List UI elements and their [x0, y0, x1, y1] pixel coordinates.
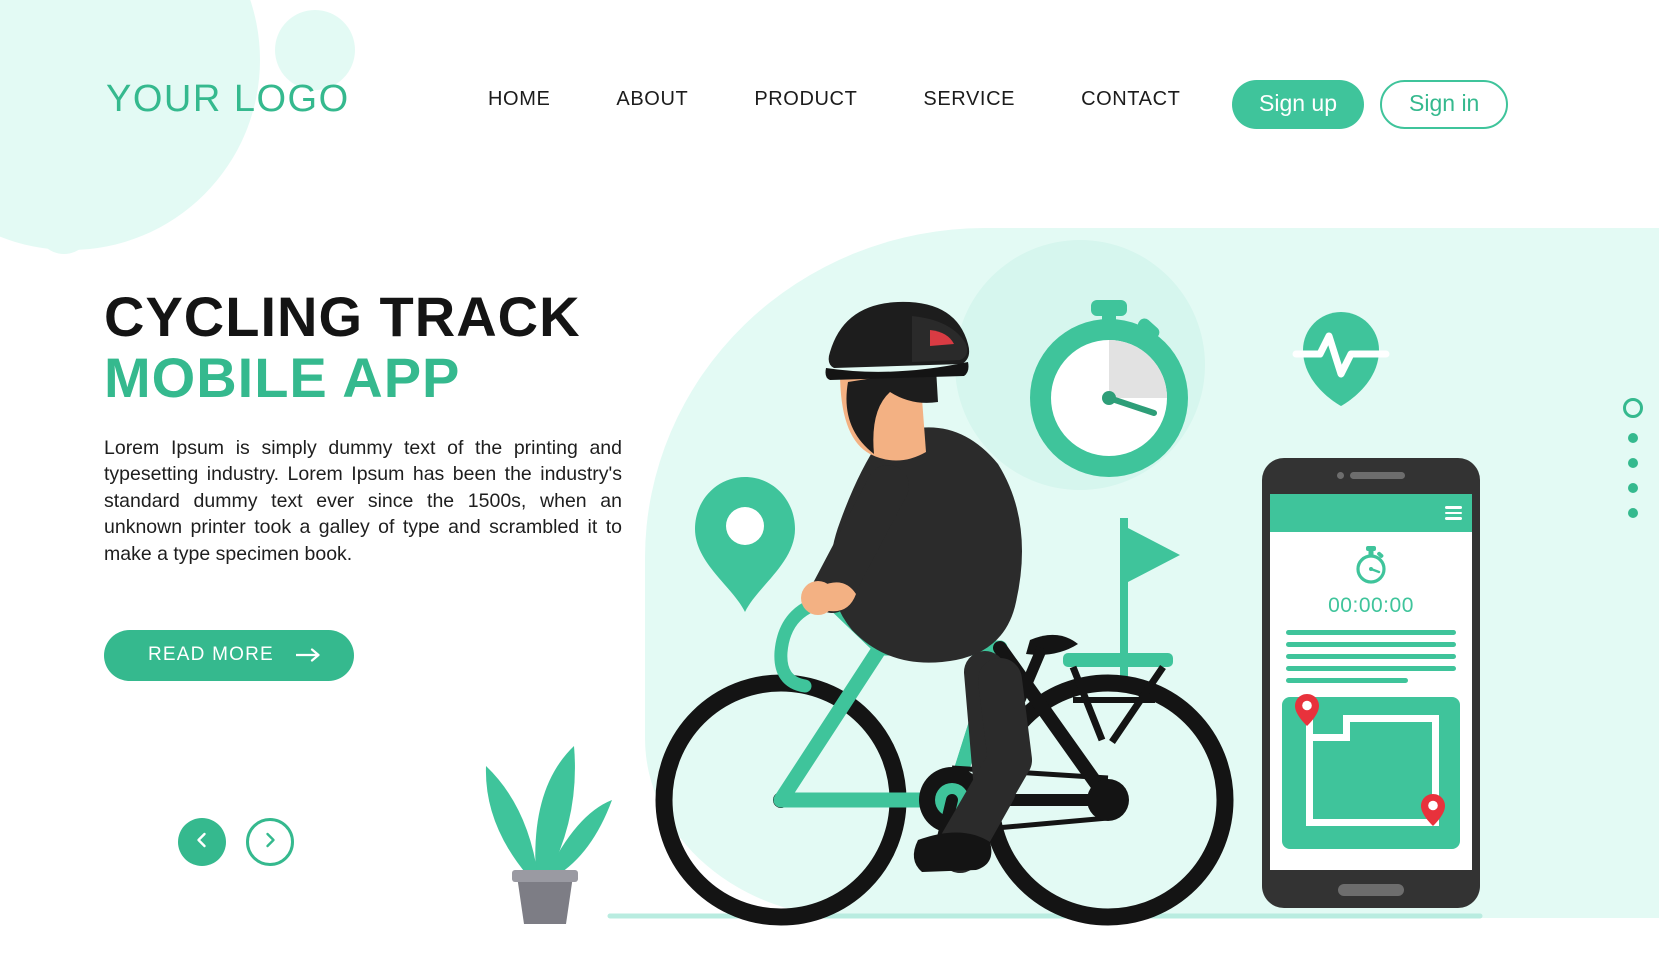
phone-timer-value: 00:00:00	[1328, 594, 1414, 617]
pagination-dot-5[interactable]	[1628, 508, 1638, 518]
plant-pot-illustration	[485, 746, 612, 924]
cyclist-illustration	[801, 301, 1032, 873]
landing-page: YOUR LOGO HOME ABOUT PRODUCT SERVICE CON…	[0, 0, 1659, 980]
pagination-dot-3[interactable]	[1628, 458, 1638, 468]
phone-screen: 00:00:00	[1270, 494, 1472, 870]
phone-timer-section: 00:00:00	[1270, 532, 1472, 618]
heart-pulse-icon	[1292, 312, 1390, 406]
pagination-dot-4[interactable]	[1628, 483, 1638, 493]
end-pin	[1420, 793, 1446, 832]
placeholder-line	[1286, 654, 1456, 659]
hamburger-menu-icon[interactable]	[1445, 506, 1462, 520]
phone-speaker	[1337, 472, 1405, 479]
map-pin-icon	[695, 477, 795, 612]
placeholder-line	[1286, 642, 1456, 647]
placeholder-line	[1286, 630, 1456, 635]
phone-mockup: 00:00:00	[1262, 458, 1480, 908]
placeholder-line	[1286, 666, 1456, 671]
phone-home-button[interactable]	[1338, 884, 1404, 896]
pagination-dot-2[interactable]	[1628, 433, 1638, 443]
start-pin	[1294, 693, 1320, 732]
camera-icon	[1337, 472, 1344, 479]
phone-map-area[interactable]	[1282, 694, 1460, 849]
placeholder-line	[1286, 678, 1409, 683]
phone-text-placeholder-lines	[1270, 618, 1472, 683]
speaker-grill	[1350, 472, 1405, 479]
phone-app-bar	[1270, 494, 1472, 532]
stopwatch-icon	[1353, 546, 1389, 588]
pagination-dot-1[interactable]	[1623, 398, 1643, 418]
stopwatch-icon	[1030, 300, 1188, 477]
pagination-dots	[1623, 398, 1643, 518]
